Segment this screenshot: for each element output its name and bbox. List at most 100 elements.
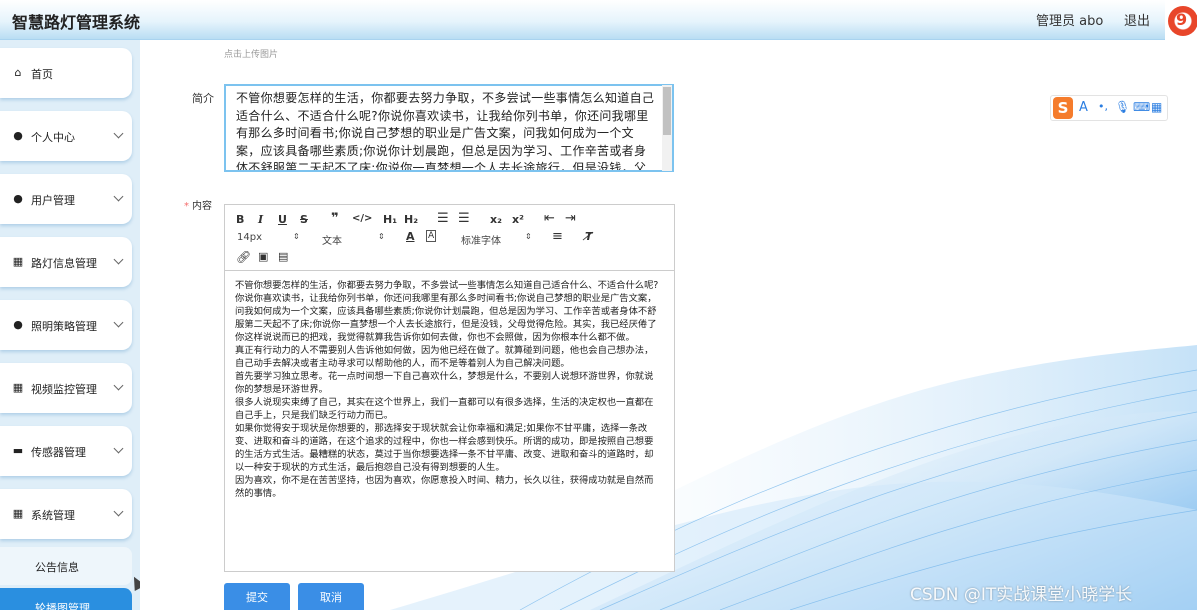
- content-paragraph: 首先要学习独立思考。花一点时间想一下自己喜欢什么，梦想是什么，不要别人说想环游世…: [235, 371, 654, 395]
- font-family-value: 标准字体: [461, 236, 501, 247]
- chevron-down-icon: [113, 443, 124, 454]
- submit-button[interactable]: 提交: [224, 583, 290, 610]
- sidebar-item-personal-center[interactable]: ● 个人中心: [0, 111, 132, 161]
- font-family-select[interactable]: 标准字体 ⇕: [461, 232, 536, 247]
- home-icon: ⌂: [14, 66, 22, 79]
- chevron-down-icon: [113, 191, 124, 202]
- watermark: CSDN @IT实战课堂小晓学长: [910, 585, 1133, 605]
- sidebar-item-home[interactable]: ⌂ 首页: [0, 48, 132, 98]
- logout-link[interactable]: 退出: [1124, 10, 1150, 29]
- scrollbar-thumb[interactable]: [663, 87, 671, 135]
- code-icon[interactable]: </>: [352, 213, 372, 224]
- punctuation-icon[interactable]: •,: [1098, 100, 1108, 113]
- background-color-icon[interactable]: A: [426, 230, 437, 242]
- heading2-icon[interactable]: H₂: [404, 213, 418, 226]
- content-label: * 内容: [184, 197, 212, 212]
- user-icon: ●: [13, 318, 23, 331]
- content-paragraph: 真正有行动力的人不需要别人告诉他如何做，因为他已经在做了。就算碰到问题，他也会自…: [235, 345, 654, 369]
- sidebar-item-label: 用户管理: [31, 194, 75, 207]
- rich-text-editor: B I U S ❞ </> H₁ H₂ ☰ ☰ x₂ x² ⇤ ⇥ 14px ⇕ …: [224, 204, 675, 572]
- sidebar-item-label: 传感器管理: [31, 446, 86, 459]
- top-bar: 智慧路灯管理系统 管理员 abo 退出 9: [0, 0, 1197, 42]
- sidebar-subitem-announcements[interactable]: 公告信息: [0, 547, 132, 585]
- keyboard-icon[interactable]: ⌨︎: [1133, 100, 1150, 114]
- sidebar-item-label: 路灯信息管理: [31, 257, 97, 270]
- indent-icon[interactable]: ⇥: [565, 211, 576, 226]
- sidebar: ⌂ 首页 ● 个人中心 ● 用户管理 ▦ 路灯信息管理 ● 照明策略管理 ▦ 视…: [0, 40, 140, 610]
- chevron-down-icon: [113, 128, 124, 139]
- sidebar-item-user-management[interactable]: ● 用户管理: [0, 174, 132, 224]
- chevron-down-icon: [113, 506, 124, 517]
- monitor-icon: ▬: [12, 444, 24, 457]
- sidebar-subitem-label: 轮播图管理: [35, 602, 90, 610]
- select-arrow-icon: ⇕: [525, 232, 532, 241]
- chevron-down-icon: [113, 317, 124, 328]
- grid-icon: ▦: [12, 255, 24, 268]
- editor-content[interactable]: 不管你想要怎样的生活，你都要去努力争取，不多尝试一些事情怎么知道自己适合什么、不…: [235, 279, 661, 500]
- pin-icon: ●: [13, 192, 23, 205]
- chevron-down-icon: [113, 380, 124, 391]
- font-size-select[interactable]: 14px ⇕: [237, 232, 302, 243]
- upload-hint[interactable]: 点击上传图片: [224, 47, 278, 60]
- video-icon[interactable]: ▤: [278, 250, 288, 263]
- intro-scrollbar[interactable]: [662, 85, 672, 171]
- main-content: 点击上传图片 简介 不管你想要怎样的生活，你都要去努力争取，不多尝试一些事情怎么…: [140, 40, 1197, 610]
- grid-icon: ▦: [12, 381, 24, 394]
- clear-format-icon[interactable]: T̸: [585, 230, 593, 243]
- user-icon: ●: [13, 129, 23, 142]
- select-arrow-icon: ⇕: [378, 232, 385, 241]
- image-icon[interactable]: ▣: [258, 250, 268, 263]
- bold-icon[interactable]: B: [236, 213, 244, 226]
- font-size-value: 14px: [237, 232, 262, 243]
- apps-grid-icon[interactable]: ▦: [1151, 100, 1162, 114]
- sidebar-item-label: 照明策略管理: [31, 320, 97, 333]
- strikethrough-icon[interactable]: S: [300, 213, 308, 226]
- content-paragraph: 因为喜欢，你不是在苦苦坚持，也因为喜欢，你愿意投入时间、精力，长久以往，获得成功…: [235, 475, 654, 499]
- text-type-value: 文本: [322, 236, 342, 247]
- sidebar-item-sensor-management[interactable]: ▬ 传感器管理: [0, 426, 132, 476]
- intro-textarea[interactable]: 不管你想要怎样的生活，你都要去努力争取，不多尝试一些事情怎么知道自己适合什么、不…: [224, 84, 674, 172]
- align-icon[interactable]: ≡: [552, 229, 563, 244]
- microphone-icon[interactable]: 🎙︎: [1115, 100, 1130, 114]
- outdent-icon[interactable]: ⇤: [544, 211, 555, 226]
- quote-icon[interactable]: ❞: [331, 211, 339, 226]
- ordered-list-icon[interactable]: ☰: [437, 211, 449, 226]
- text-type-select[interactable]: 文本 ⇕: [322, 232, 387, 247]
- superscript-icon[interactable]: x²: [512, 213, 524, 226]
- admin-label: 管理员 abo: [1036, 14, 1104, 29]
- sidebar-item-label: 视频监控管理: [31, 383, 97, 396]
- sidebar-item-label: 系统管理: [31, 509, 75, 522]
- sidebar-item-lighting-strategy[interactable]: ● 照明策略管理: [0, 300, 132, 350]
- content-paragraph: 如果你觉得安于现状是你想要的，那选择安于现状就会让你幸福和满足;如果你不甘平庸，…: [235, 423, 654, 473]
- cancel-button[interactable]: 取消: [298, 583, 364, 610]
- subscript-icon[interactable]: x₂: [490, 213, 502, 226]
- underline-icon[interactable]: U: [278, 213, 287, 226]
- link-icon[interactable]: 🔗︎: [236, 250, 251, 264]
- bullet-list-icon[interactable]: ☰: [458, 211, 470, 226]
- required-mark: *: [184, 201, 189, 212]
- sidebar-item-label: 首页: [31, 68, 53, 81]
- grid-icon: ▦: [12, 507, 24, 520]
- content-paragraph: 不管你想要怎样的生活，你都要去努力争取，不多尝试一些事情怎么知道自己适合什么、不…: [235, 280, 659, 291]
- app-title: 智慧路灯管理系统: [12, 13, 141, 32]
- select-arrow-icon: ⇕: [293, 232, 300, 241]
- sidebar-subitem-label: 公告信息: [35, 561, 79, 574]
- font-color-icon[interactable]: A: [406, 230, 415, 243]
- sidebar-subitem-carousel[interactable]: 轮播图管理: [0, 588, 132, 610]
- sidebar-item-system-management[interactable]: ▦ 系统管理: [0, 489, 132, 539]
- sidebar-item-video-monitoring[interactable]: ▦ 视频监控管理: [0, 363, 132, 413]
- intro-label: 简介: [192, 92, 214, 105]
- heading1-icon[interactable]: H₁: [383, 213, 397, 226]
- sogou-logo-icon: S: [1053, 97, 1073, 119]
- italic-icon[interactable]: I: [258, 213, 263, 226]
- sidebar-item-label: 个人中心: [31, 131, 75, 144]
- chevron-down-icon: [113, 254, 124, 265]
- ime-mode-icon[interactable]: A: [1079, 100, 1088, 115]
- sidebar-item-streetlight-info[interactable]: ▦ 路灯信息管理: [0, 237, 132, 287]
- editor-toolbar: B I U S ❞ </> H₁ H₂ ☰ ☰ x₂ x² ⇤ ⇥ 14px ⇕ …: [225, 205, 674, 271]
- content-paragraph: 你说你喜欢读书，让我给你列书单，你还问我哪里有那么多时间看书;你说自己梦想的职业…: [235, 293, 657, 343]
- content-paragraph: 很多人说现实束缚了自己，其实在这个世界上，我们一直都可以有很多选择，生活的决定权…: [235, 397, 654, 421]
- ime-toolbar[interactable]: S A •, 🎙︎ ⌨︎ ▦: [1050, 95, 1168, 121]
- browser-logo-icon: 9: [1165, 0, 1197, 42]
- content-label-text: 内容: [192, 201, 212, 212]
